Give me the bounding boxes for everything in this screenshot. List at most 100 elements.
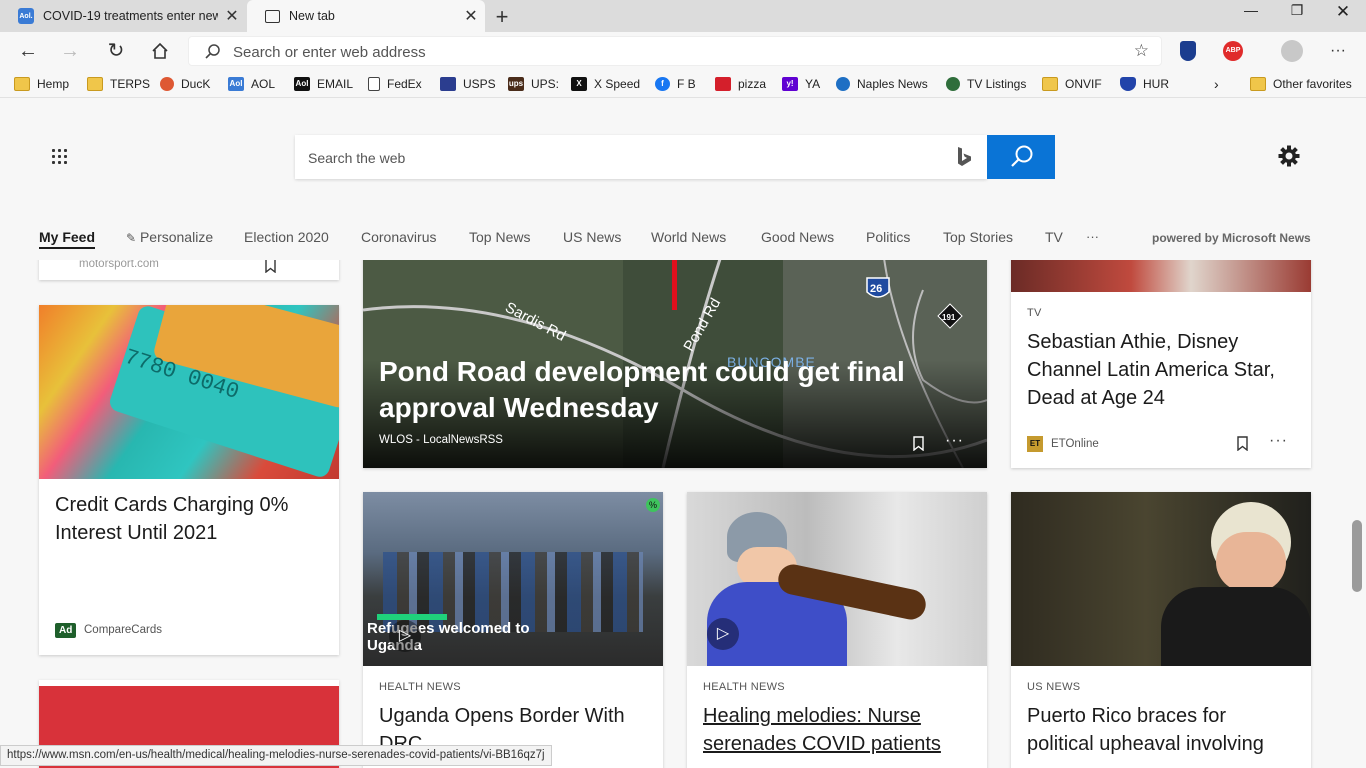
newtab-icon xyxy=(265,9,280,23)
favorite-ya[interactable]: y! YA xyxy=(782,75,820,93)
tab-strip: Aol. COVID-19 treatments enter new ✕ New… xyxy=(0,0,1366,32)
tab-top-stories[interactable]: Top Stories xyxy=(943,229,1013,245)
card-category: US NEWS xyxy=(1027,681,1081,693)
favorite-fedex[interactable]: FedEx xyxy=(368,75,422,93)
tab-us-news[interactable]: US News xyxy=(563,229,621,245)
favorite-label: TV Listings xyxy=(967,77,1027,91)
news-card-motorsport[interactable]: motorsport.com xyxy=(39,260,339,280)
favorite-aol[interactable]: Aol AOL xyxy=(228,75,275,93)
address-bar[interactable]: Search or enter web address ☆ xyxy=(188,36,1162,66)
home-icon xyxy=(152,42,168,59)
favorite-email[interactable]: Aol EMAIL xyxy=(294,75,353,93)
bookmark-icon[interactable] xyxy=(265,260,276,273)
card-headline: Puerto Rico braces for political upheava… xyxy=(1027,705,1264,755)
page-scrollbar-thumb[interactable] xyxy=(1352,520,1362,592)
shield-extension-icon[interactable] xyxy=(1180,41,1196,61)
favorite-ups[interactable]: ups UPS: xyxy=(508,75,559,93)
tab-politics[interactable]: Politics xyxy=(866,229,910,245)
card-category: HEALTH NEWS xyxy=(703,681,785,693)
tab-my-feed[interactable]: My Feed xyxy=(39,229,96,249)
restore-button[interactable]: ❐ xyxy=(1274,2,1320,26)
play-icon[interactable]: ▷ xyxy=(707,618,739,650)
tab-world-news[interactable]: World News xyxy=(651,229,726,245)
bookmark-icon[interactable] xyxy=(913,436,924,451)
status-bar-url: https://www.msn.com/en-us/health/medical… xyxy=(0,745,552,766)
minimize-button[interactable]: — xyxy=(1228,2,1274,26)
aol-icon: Aol. xyxy=(18,8,34,24)
other-favorites-label: Other favorites xyxy=(1273,77,1352,91)
news-card-healing-melodies[interactable]: ▷ HEALTH NEWS Healing melodies: Nurse se… xyxy=(687,492,987,768)
tab-top-news[interactable]: Top News xyxy=(469,229,530,245)
favorite-xspeed[interactable]: X X Speed xyxy=(571,75,640,93)
search-button[interactable] xyxy=(987,135,1055,179)
bookmark-icon[interactable] xyxy=(1237,436,1248,451)
ad-card-credit-cards[interactable]: 7780 0040 Credit Cards Charging 0% Inter… xyxy=(39,305,339,655)
pizza-icon xyxy=(715,77,731,91)
favorite-tv-listings[interactable]: TV Listings xyxy=(946,75,1026,93)
refresh-button[interactable]: ↻ xyxy=(102,38,130,64)
news-card-uganda[interactable]: Refugees welcomed to Uganda ▷ % HEALTH N… xyxy=(363,492,663,768)
favorite-duck[interactable]: DucK xyxy=(160,75,210,93)
tab-coronavirus[interactable]: Coronavirus xyxy=(361,229,436,245)
tab-good-news[interactable]: Good News xyxy=(761,229,834,245)
tab-personalize-label: Personalize xyxy=(139,229,214,245)
close-tab-icon[interactable]: ✕ xyxy=(457,6,485,26)
favorite-fb[interactable]: fF B xyxy=(655,75,696,93)
folder-icon xyxy=(1250,77,1266,91)
tab-tv[interactable]: TV xyxy=(1045,229,1063,245)
favorites-overflow-chevron-icon[interactable]: › xyxy=(1214,75,1219,93)
folder-icon xyxy=(1042,77,1058,91)
window-close-button[interactable]: ✕ xyxy=(1320,2,1366,26)
favorite-usps[interactable]: USPS xyxy=(440,75,496,93)
back-button[interactable]: ← xyxy=(14,38,42,64)
card-image xyxy=(1011,260,1311,292)
favorite-label: Naples News xyxy=(857,77,928,91)
pencil-icon: ✎ xyxy=(126,231,137,245)
hero-headline: Pond Road development could get final ap… xyxy=(379,356,905,423)
card-source: motorsport.com xyxy=(79,260,159,270)
tab-newtab[interactable]: New tab ✕ xyxy=(247,0,485,32)
tab-election-2020[interactable]: Election 2020 xyxy=(244,229,329,245)
favorite-label: HUR xyxy=(1143,77,1169,91)
hero-card-pond-road[interactable]: Sardis Rd Pond Rd BUNCOMBE 26 191 Pond R… xyxy=(363,260,987,468)
close-tab-icon[interactable]: ✕ xyxy=(218,6,246,26)
web-search-input[interactable]: Search the web xyxy=(295,135,987,179)
tab-personalize[interactable]: ✎ Personalize xyxy=(126,229,213,245)
favorite-hemp[interactable]: Hemp xyxy=(14,75,69,93)
new-tab-button[interactable]: + xyxy=(490,4,514,30)
news-card-puerto-rico[interactable]: US NEWS Puerto Rico braces for political… xyxy=(1011,492,1311,768)
favorite-terps[interactable]: TERPS xyxy=(87,75,150,93)
home-button[interactable] xyxy=(146,38,174,64)
favorite-pizza[interactable]: pizza xyxy=(715,75,766,93)
favorite-naples-news[interactable]: Naples News xyxy=(836,75,928,93)
more-options-icon[interactable]: ··· xyxy=(945,432,964,450)
card-headline: Credit Cards Charging 0% Interest Until … xyxy=(55,494,289,544)
other-favorites[interactable]: Other favorites xyxy=(1250,75,1352,93)
gear-icon[interactable] xyxy=(1277,144,1301,168)
favorite-star-icon[interactable]: ☆ xyxy=(1134,41,1149,61)
forward-button[interactable]: → xyxy=(56,38,84,64)
card-source: ETOnline xyxy=(1051,438,1099,450)
settings-menu-button[interactable]: ··· xyxy=(1324,38,1352,64)
favorite-label: UPS: xyxy=(531,77,560,91)
nav-more-button[interactable]: ··· xyxy=(1086,229,1099,244)
favorite-onvif[interactable]: ONVIF xyxy=(1042,75,1102,93)
folder-icon xyxy=(87,77,103,91)
favorite-hur[interactable]: HUR xyxy=(1120,75,1169,93)
duckduckgo-icon xyxy=(160,77,174,91)
profile-avatar[interactable] xyxy=(1281,40,1303,62)
favorite-label: pizza xyxy=(738,77,767,91)
adblock-plus-icon[interactable]: ABP xyxy=(1223,41,1243,61)
shield-icon xyxy=(1120,77,1136,91)
tab-covid[interactable]: Aol. COVID-19 treatments enter new ✕ xyxy=(0,0,246,32)
news-card-sebastian-athie[interactable]: TV Sebastian Athie, Disney Channel Latin… xyxy=(1011,260,1311,468)
more-options-icon[interactable]: ··· xyxy=(1269,432,1288,450)
play-icon[interactable]: ▷ xyxy=(389,620,421,652)
favorite-label: EMAIL xyxy=(317,77,354,91)
card-image xyxy=(1011,492,1311,666)
feed-viewport: motorsport.com 7780 0040 Credit Cards Ch… xyxy=(0,260,1366,768)
app-launcher-icon[interactable] xyxy=(52,149,68,165)
powered-by-label: powered by Microsoft News xyxy=(1152,231,1311,245)
feed-nav: My Feed ✎ Personalize Election 2020 Coro… xyxy=(0,226,1366,250)
favorite-label: X Speed xyxy=(594,77,641,91)
